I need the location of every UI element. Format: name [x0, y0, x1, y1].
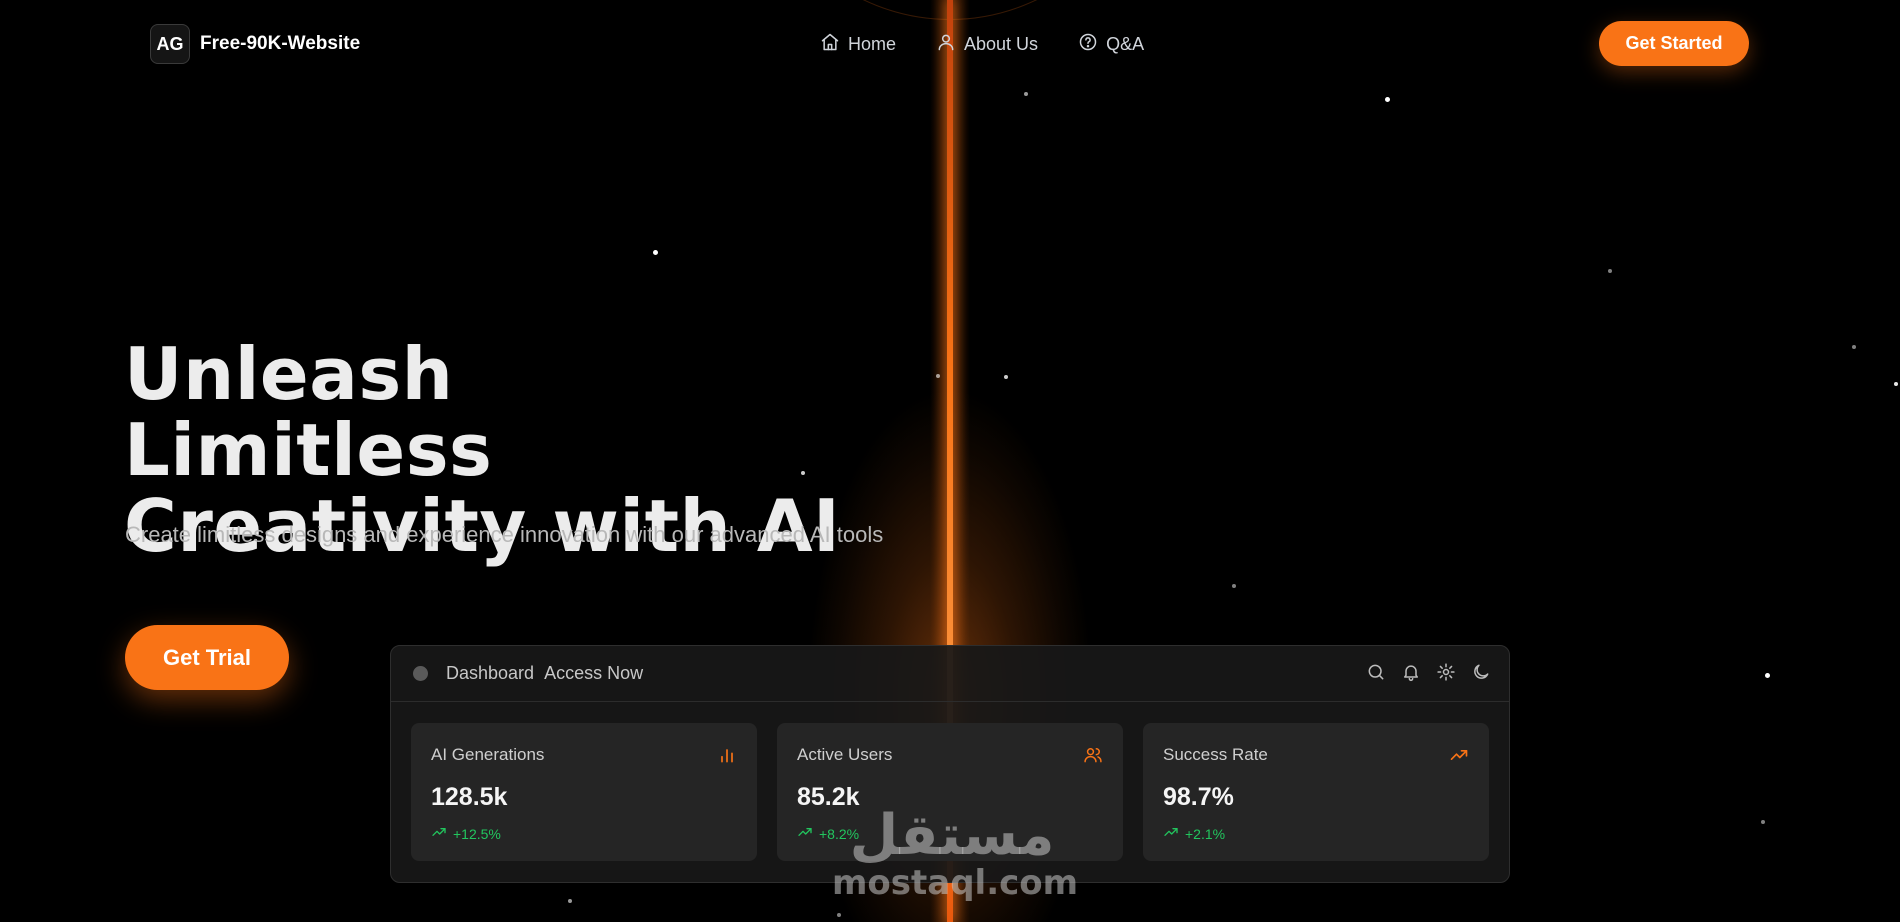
star [1894, 382, 1898, 386]
trending-up-icon [1163, 824, 1179, 843]
toolbar-icons [1366, 662, 1491, 682]
home-icon [820, 32, 840, 57]
gear-icon[interactable] [1436, 662, 1456, 682]
stat-card-title: Success Rate [1163, 745, 1268, 764]
stat-card-value: 128.5k [431, 783, 508, 811]
stat-card-change-value: +12.5% [453, 825, 501, 842]
user-icon [936, 32, 956, 57]
main-nav: Home About Us Q&A [820, 32, 1144, 57]
landing-page: AG Free-90K-Website Home About Us Q&A Ge… [0, 0, 1900, 922]
nav-item-about[interactable]: About Us [936, 32, 1038, 57]
stat-card-change: +2.1% [1163, 824, 1469, 843]
hero-title-line-1: Unleash Limitless [124, 332, 493, 492]
star [1761, 820, 1765, 824]
search-icon[interactable] [1366, 662, 1386, 682]
star [1608, 269, 1612, 273]
star [653, 250, 658, 255]
status-dot [413, 666, 428, 681]
star [1232, 584, 1236, 588]
users-icon [1083, 745, 1103, 765]
star [1385, 97, 1390, 102]
trending-up-icon [431, 824, 447, 843]
stat-card-success-rate: Success Rate 98.7% +2.1% [1143, 723, 1489, 861]
watermark-arabic: مستقل [849, 803, 1055, 868]
star [936, 374, 940, 378]
star [1852, 345, 1856, 349]
star [1004, 375, 1008, 379]
logo-mark: AG [150, 24, 190, 64]
site-logo[interactable]: AG Free-90K-Website [150, 24, 360, 64]
dashboard-title: Dashboard [446, 663, 535, 683]
stat-card-ai-generations: AI Generations 128.5k +12.5% [411, 723, 757, 861]
site-header: AG Free-90K-Website Home About Us Q&A Ge… [0, 0, 1900, 90]
watermark: مستقل mostaql.com [832, 803, 1079, 903]
nav-item-label: Q&A [1106, 34, 1145, 54]
stat-card-change: +12.5% [431, 824, 737, 843]
access-now-link[interactable]: Access Now [544, 663, 643, 684]
star [1765, 673, 1770, 678]
nav-item-label: Home [848, 34, 897, 54]
bar-chart-icon [717, 745, 737, 765]
hero-subtitle: Create limitless designs and experience … [125, 522, 884, 547]
stat-card-change-value: +2.1% [1185, 825, 1226, 842]
moon-icon[interactable] [1471, 662, 1491, 682]
star [1024, 92, 1028, 96]
nav-item-label: About Us [964, 34, 1039, 54]
get-trial-button[interactable]: Get Trial [125, 625, 289, 690]
stat-card-title: Active Users [797, 745, 893, 764]
star [568, 899, 572, 903]
site-name: Free-90K-Website [200, 33, 361, 54]
bell-icon[interactable] [1401, 662, 1421, 682]
nav-item-qa[interactable]: Q&A [1078, 32, 1144, 57]
dashboard-toolbar: Dashboard Access Now [391, 646, 1509, 702]
get-started-button[interactable]: Get Started [1599, 21, 1749, 66]
help-circle-icon [1078, 32, 1098, 57]
watermark-latin: mostaql.com [832, 863, 1079, 903]
stat-card-title: AI Generations [431, 745, 545, 764]
star [837, 913, 841, 917]
trending-up-icon [797, 824, 813, 843]
stat-card-value: 98.7% [1163, 783, 1234, 811]
nav-item-home[interactable]: Home [820, 32, 896, 57]
trending-up-icon [1449, 745, 1469, 765]
